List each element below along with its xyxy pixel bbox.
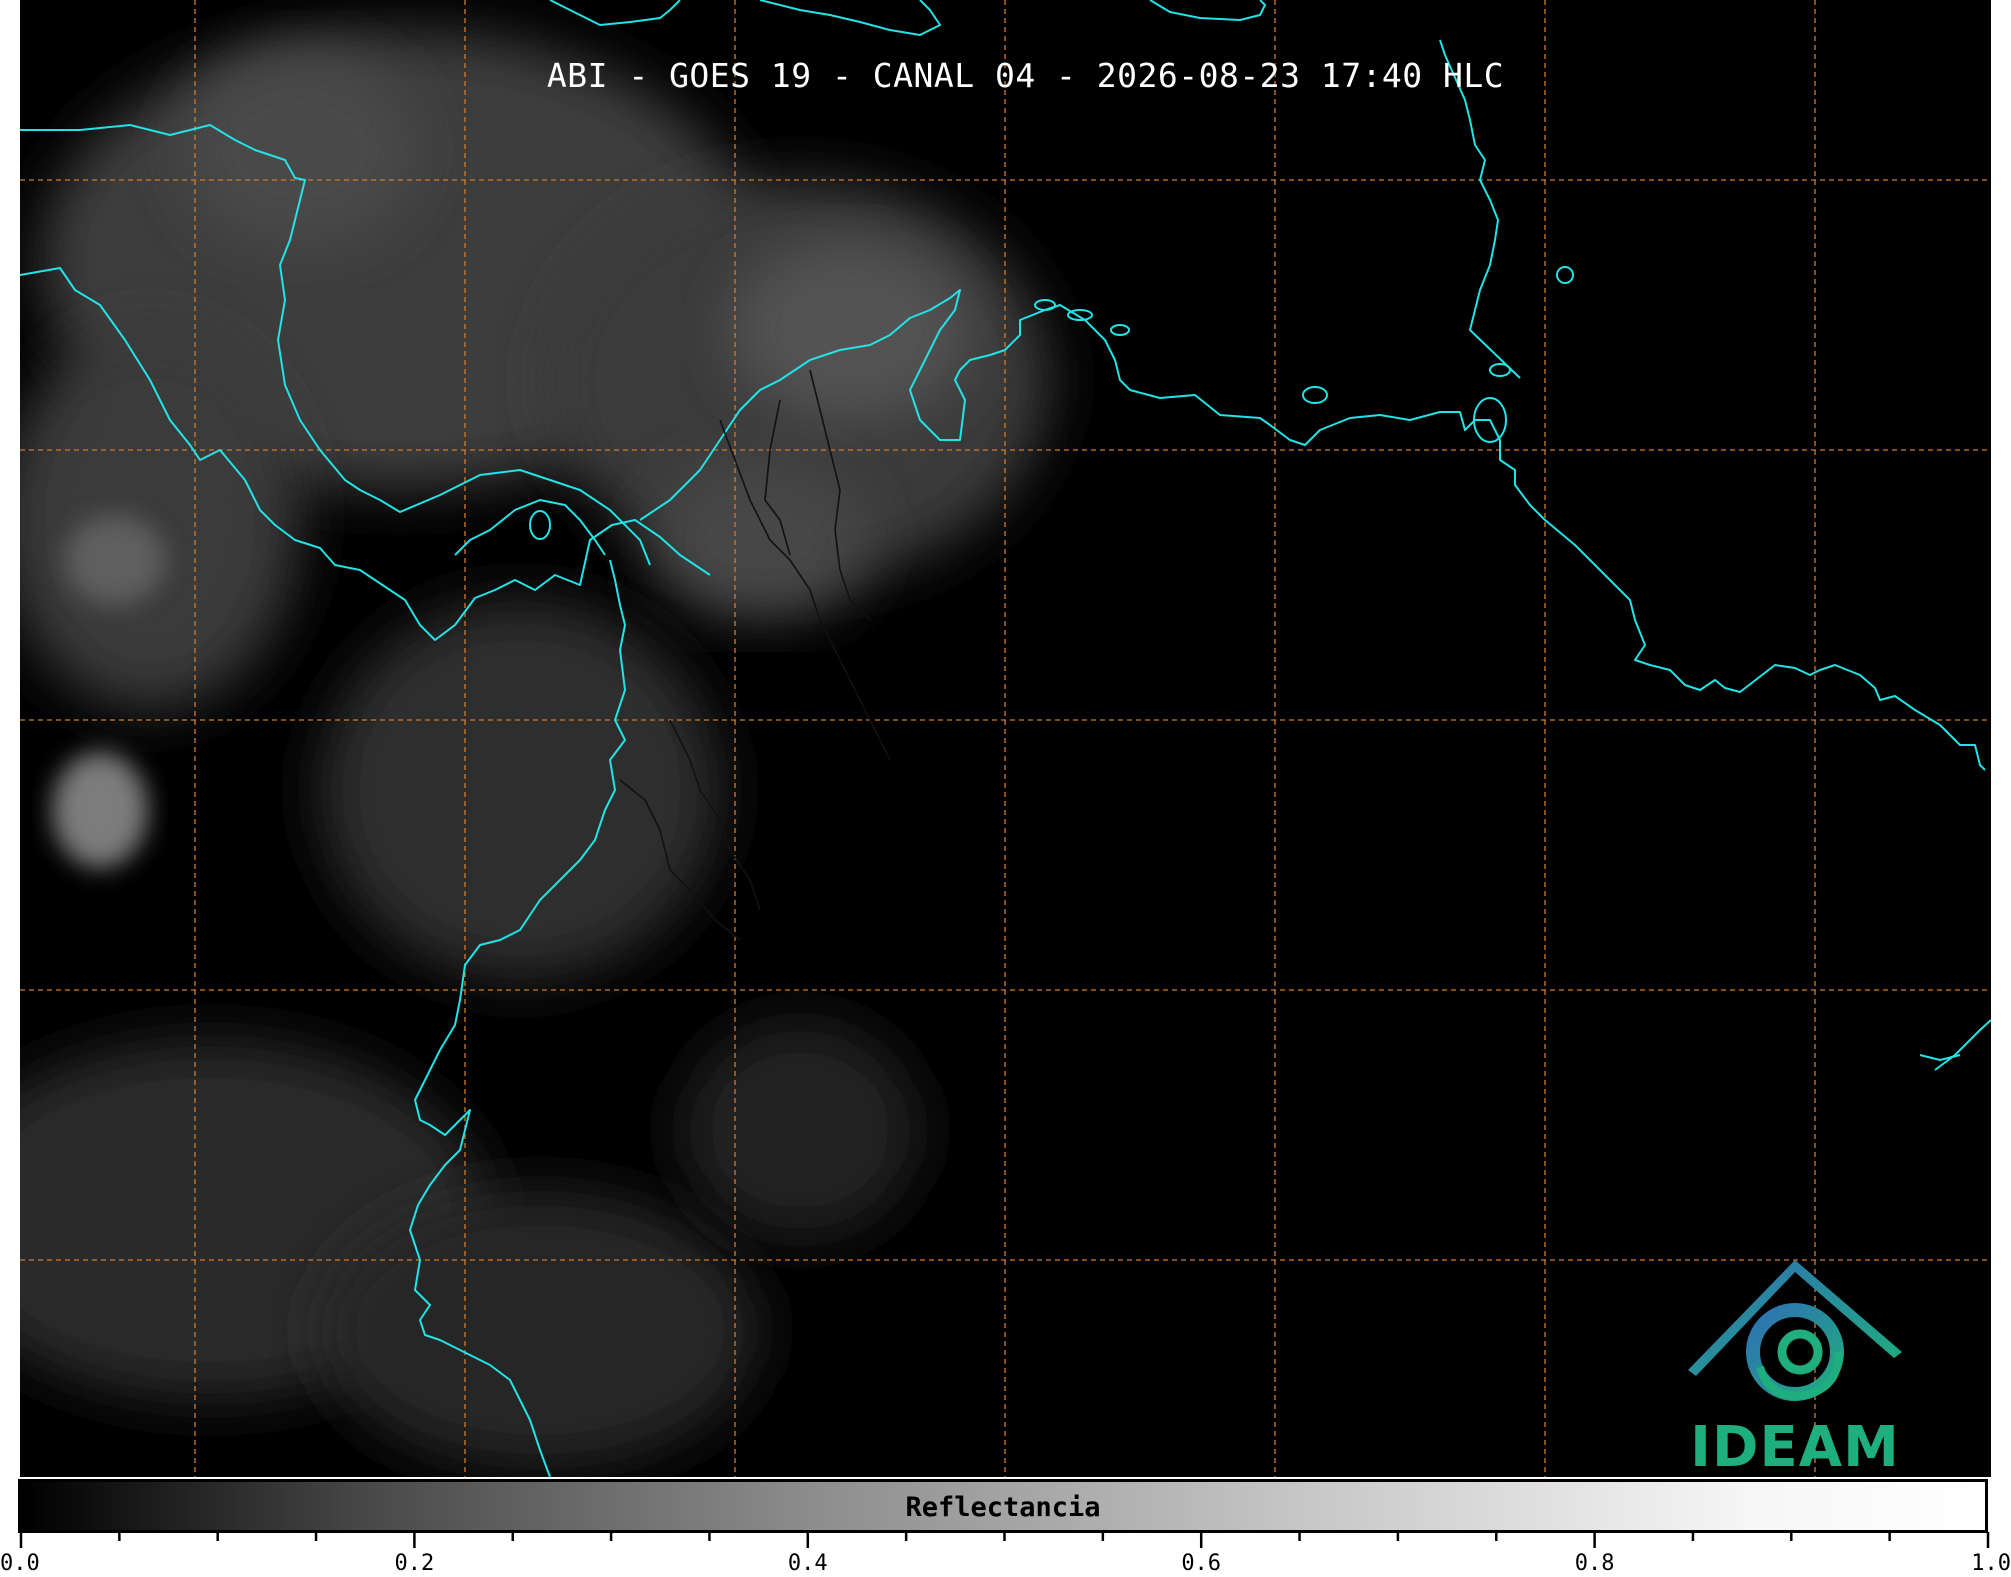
colorbar-tick-label: 0.6	[1181, 1551, 1222, 1576]
colorbar-tick-label: 0.0	[0, 1551, 40, 1576]
coastline-cuba	[549, 0, 681, 26]
colorbar-tick-label: 0.8	[1574, 1551, 1615, 1576]
colorbar-tick-label: 0.2	[394, 1551, 435, 1576]
coastline-right-edge	[1934, 1019, 1991, 1071]
island-tobago	[1489, 363, 1511, 377]
logo-roof	[1688, 1260, 1902, 1376]
cloud-layer	[20, 30, 1050, 1470]
island-san-andres	[529, 510, 551, 540]
coastline-right-edge-2	[1919, 1054, 1961, 1061]
island-curacao	[1067, 309, 1093, 321]
coastline-hispaniola	[759, 0, 941, 36]
colorbar-tick-label: 0.4	[787, 1551, 828, 1576]
colorbar-label: Reflectancia	[905, 1492, 1101, 1523]
coastline-puerto-rico	[1149, 0, 1266, 21]
island-barbados	[1556, 266, 1574, 284]
logo-wordmark: IDEAM	[1690, 1415, 1900, 1477]
map-title: ABI - GOES 19 - CANAL 04 - 2026-08-23 17…	[546, 56, 1505, 95]
satellite-map: ABI - GOES 19 - CANAL 04 - 2026-08-23 17…	[20, 0, 1991, 1477]
logo-swirl-inner	[1777, 1329, 1823, 1375]
colorbar-tick-label: 1.0	[1971, 1551, 2011, 1576]
island-margarita	[1302, 386, 1328, 404]
island-aruba	[1034, 299, 1056, 311]
island-bonaire	[1110, 324, 1130, 336]
colorbar-ticks	[19, 1532, 1990, 1548]
colorbar: Reflectancia	[18, 1479, 1988, 1533]
